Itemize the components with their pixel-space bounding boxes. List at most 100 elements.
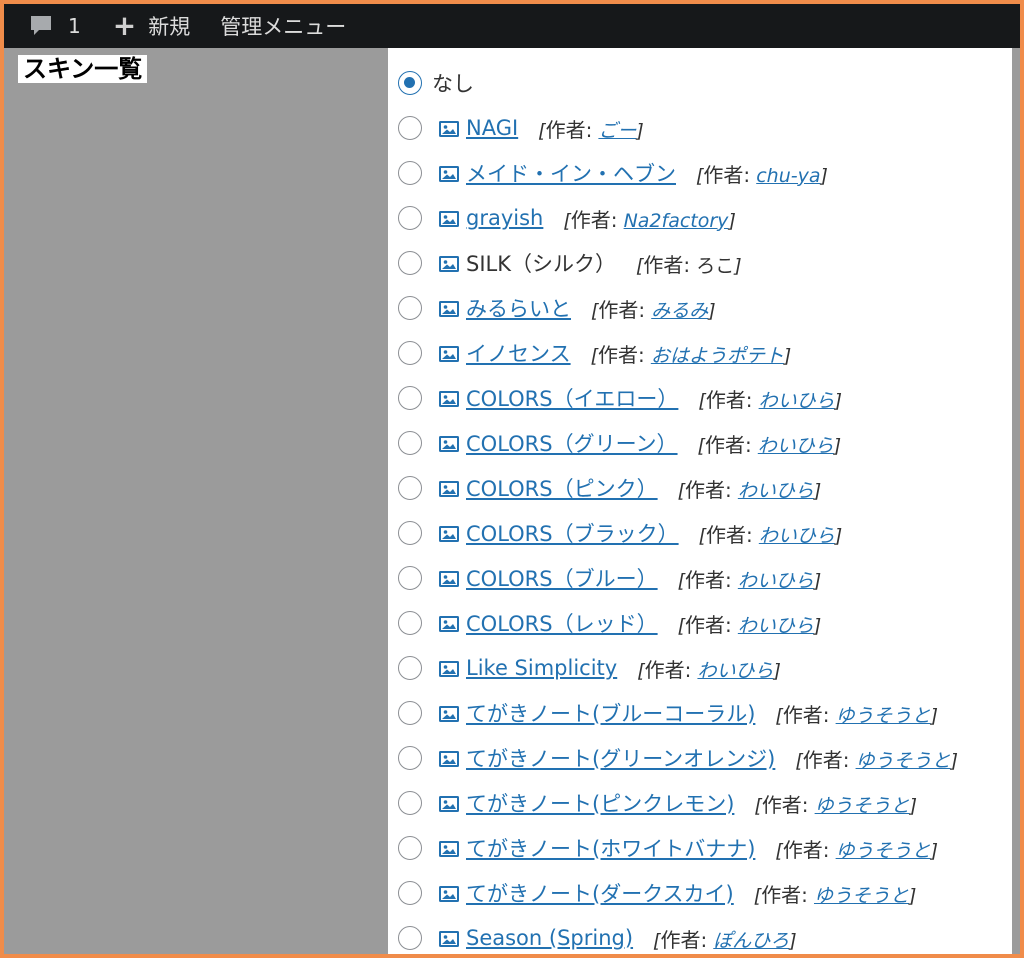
- radio-button[interactable]: [398, 386, 422, 410]
- radio-button[interactable]: [398, 476, 422, 500]
- radio-button[interactable]: [398, 926, 422, 950]
- skin-name-link[interactable]: COLORS（グリーン）: [466, 428, 678, 458]
- author-name-link[interactable]: おはようポテト: [651, 345, 784, 367]
- author-name-link[interactable]: ゆうそうと: [836, 705, 931, 727]
- skin-option[interactable]: SILK（シルク） [作者: ろこ]: [398, 243, 742, 283]
- radio-button[interactable]: [398, 746, 422, 770]
- skin-name-link[interactable]: てがきノート(ピンクレモン): [466, 788, 734, 818]
- author-name-link[interactable]: わいひら: [697, 660, 773, 682]
- author-name-link[interactable]: みるみ: [651, 300, 708, 322]
- skin-option[interactable]: てがきノート(ブルーコーラル) [作者: ゆうそうと]: [398, 693, 938, 733]
- skin-option[interactable]: COLORS（レッド） [作者: わいひら]: [398, 603, 821, 643]
- skin-option[interactable]: Season (Spring) [作者: ぽんひろ]: [398, 918, 797, 954]
- image-preview-icon[interactable]: [438, 659, 460, 677]
- image-preview-icon[interactable]: [438, 794, 460, 812]
- author-name-link[interactable]: ぽんひろ: [713, 930, 789, 952]
- image-preview-icon[interactable]: [438, 839, 460, 857]
- author-name-link[interactable]: ゆうそうと: [836, 840, 931, 862]
- skin-option[interactable]: みるらいと [作者: みるみ]: [398, 288, 716, 328]
- image-preview-icon[interactable]: [438, 299, 460, 317]
- radio-button[interactable]: [398, 71, 422, 95]
- skin-name-link[interactable]: COLORS（ブルー）: [466, 563, 658, 593]
- skin-name-link[interactable]: COLORS（イエロー）: [466, 383, 678, 413]
- skin-name-link[interactable]: Season (Spring): [466, 926, 633, 950]
- radio-button[interactable]: [398, 296, 422, 320]
- skin-name-link[interactable]: てがきノート(ダークスカイ): [466, 878, 734, 908]
- radio-button[interactable]: [398, 251, 422, 275]
- skin-option[interactable]: COLORS（イエロー） [作者: わいひら]: [398, 378, 842, 418]
- skin-name-link[interactable]: Like Simplicity: [466, 656, 617, 680]
- author-name-link[interactable]: ゆうそうと: [814, 885, 909, 907]
- radio-button[interactable]: [398, 701, 422, 725]
- skin-option[interactable]: COLORS（グリーン） [作者: わいひら]: [398, 423, 841, 463]
- skin-name-link[interactable]: てがきノート(ブルーコーラル): [466, 698, 755, 728]
- author-name-link[interactable]: Na2factory: [624, 210, 729, 232]
- image-preview-icon[interactable]: [438, 479, 460, 497]
- skin-name-link[interactable]: NAGI: [466, 116, 518, 140]
- new-content-menu[interactable]: + 新規: [113, 4, 190, 48]
- radio-button[interactable]: [398, 206, 422, 230]
- radio-button[interactable]: [398, 656, 422, 680]
- skin-option[interactable]: てがきノート(ピンクレモン) [作者: ゆうそうと]: [398, 783, 917, 823]
- image-preview-icon[interactable]: [438, 389, 460, 407]
- image-preview-icon[interactable]: [438, 119, 460, 137]
- radio-button[interactable]: [398, 341, 422, 365]
- image-preview-icon[interactable]: [438, 164, 460, 182]
- image-preview-icon[interactable]: [438, 569, 460, 587]
- image-preview-icon[interactable]: [438, 749, 460, 767]
- skin-name-link[interactable]: COLORS（ブラック）: [466, 518, 679, 548]
- author-name-link[interactable]: わいひら: [738, 570, 814, 592]
- author-name-link[interactable]: chu-ya: [756, 165, 820, 187]
- author-name-link[interactable]: わいひら: [759, 390, 835, 412]
- skin-name-link[interactable]: みるらいと: [466, 293, 571, 323]
- image-preview-icon[interactable]: [438, 434, 460, 452]
- skin-name-link[interactable]: イノセンス: [466, 338, 571, 368]
- skin-author: [作者: ゆうそうと]: [754, 792, 918, 817]
- skin-name-link[interactable]: COLORS（ピンク）: [466, 473, 658, 503]
- image-preview-icon[interactable]: [438, 254, 460, 272]
- skin-option[interactable]: COLORS（ブルー） [作者: わいひら]: [398, 558, 821, 598]
- skin-option[interactable]: COLORS（ブラック） [作者: わいひら]: [398, 513, 842, 553]
- author-name-link[interactable]: わいひら: [759, 525, 835, 547]
- skin-option[interactable]: grayish [作者: Na2factory]: [398, 198, 736, 238]
- radio-button[interactable]: [398, 161, 422, 185]
- skin-option[interactable]: NAGI [作者: ごー]: [398, 108, 644, 148]
- skin-option[interactable]: メイド・イン・ヘブン [作者: chu-ya]: [398, 153, 828, 193]
- image-preview-icon[interactable]: [438, 344, 460, 362]
- radio-button[interactable]: [398, 566, 422, 590]
- author-prefix: 作者:: [761, 792, 809, 817]
- author-name-link[interactable]: ごー: [598, 120, 636, 142]
- radio-button[interactable]: [398, 521, 422, 545]
- skin-option[interactable]: てがきノート(グリーンオレンジ) [作者: ゆうそうと]: [398, 738, 958, 778]
- skin-option[interactable]: COLORS（ピンク） [作者: わいひら]: [398, 468, 821, 508]
- image-preview-icon[interactable]: [438, 929, 460, 947]
- skin-name-link[interactable]: てがきノート(グリーンオレンジ): [466, 743, 775, 773]
- radio-button[interactable]: [398, 836, 422, 860]
- radio-button[interactable]: [398, 431, 422, 455]
- image-preview-icon[interactable]: [438, 704, 460, 722]
- radio-button[interactable]: [398, 611, 422, 635]
- radio-button[interactable]: [398, 791, 422, 815]
- skin-option-none[interactable]: なし: [398, 63, 474, 103]
- skin-option[interactable]: イノセンス [作者: おはようポテト]: [398, 333, 791, 373]
- comments-menu[interactable]: 1: [28, 4, 81, 48]
- skin-name-link[interactable]: grayish: [466, 206, 543, 230]
- skin-name-link[interactable]: メイド・イン・ヘブン: [466, 158, 676, 188]
- image-preview-icon[interactable]: [438, 524, 460, 542]
- radio-button[interactable]: [398, 881, 422, 905]
- author-name-link[interactable]: わいひら: [738, 480, 814, 502]
- image-preview-icon[interactable]: [438, 884, 460, 902]
- author-name-link[interactable]: わいひら: [738, 615, 814, 637]
- author-name-link[interactable]: わいひら: [758, 435, 834, 457]
- skin-name-link[interactable]: てがきノート(ホワイトバナナ): [466, 833, 755, 863]
- image-preview-icon[interactable]: [438, 209, 460, 227]
- skin-option[interactable]: てがきノート(ダークスカイ) [作者: ゆうそうと]: [398, 873, 916, 913]
- skin-option[interactable]: てがきノート(ホワイトバナナ) [作者: ゆうそうと]: [398, 828, 938, 868]
- radio-button[interactable]: [398, 116, 422, 140]
- author-name-link[interactable]: ゆうそうと: [856, 750, 951, 772]
- admin-menu-link[interactable]: 管理メニュー: [220, 4, 346, 48]
- skin-name-link[interactable]: COLORS（レッド）: [466, 608, 658, 638]
- image-preview-icon[interactable]: [438, 614, 460, 632]
- author-name-link[interactable]: ゆうそうと: [815, 795, 910, 817]
- skin-option[interactable]: Like Simplicity [作者: わいひら]: [398, 648, 781, 688]
